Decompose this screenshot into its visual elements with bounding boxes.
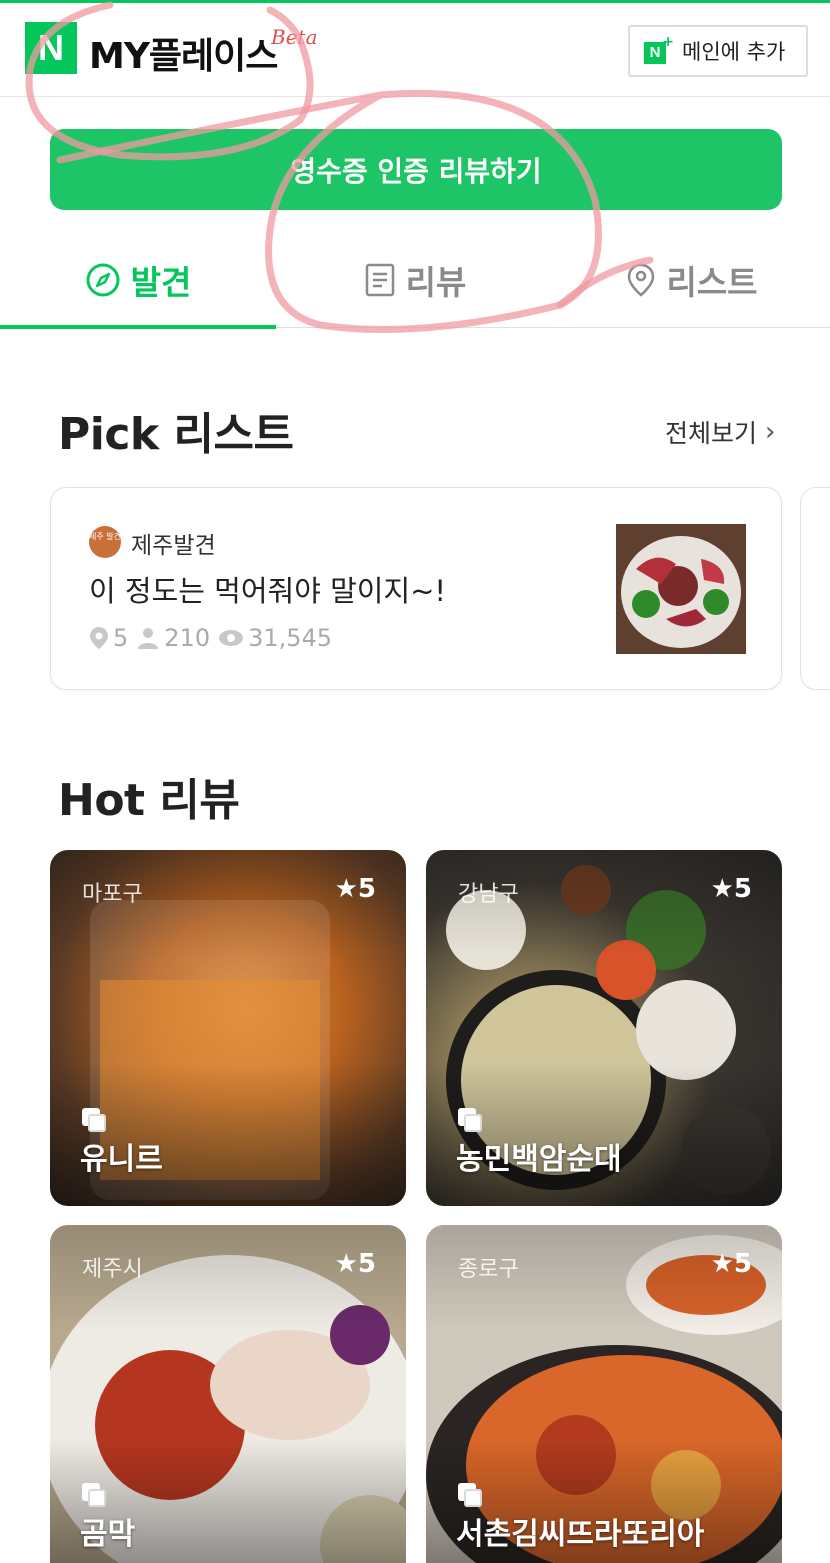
see-all-label: 전체보기 bbox=[665, 419, 758, 448]
tab-list-label: 리스트 bbox=[666, 263, 758, 302]
naver-add-icon: N + bbox=[644, 34, 674, 64]
multiple-photos-icon bbox=[458, 1483, 484, 1507]
review-rating: ★5 bbox=[334, 874, 376, 904]
hot-review-title: Hot 리뷰 bbox=[58, 775, 240, 826]
receipt-review-button[interactable]: 영수증 인증 리뷰하기 bbox=[50, 129, 782, 210]
author-avatar: 제주 발견 bbox=[89, 526, 121, 558]
followers-stat: 210 bbox=[136, 624, 210, 652]
tab-discover[interactable]: 발견 bbox=[0, 232, 276, 329]
views-stat: 31,545 bbox=[218, 624, 332, 652]
add-to-main-button[interactable]: N + 메인에 추가 bbox=[628, 25, 808, 77]
review-card[interactable]: 강남구 ★5 농민백암순대 bbox=[426, 850, 782, 1206]
review-place-name: 농민백암순대 bbox=[456, 1142, 622, 1177]
tab-review-label: 리뷰 bbox=[405, 263, 467, 302]
location-pin-icon bbox=[90, 627, 108, 649]
pick-card-stats: 5 210 31,545 bbox=[89, 624, 340, 652]
beta-label: Beta bbox=[271, 25, 318, 49]
tab-review[interactable]: 리뷰 bbox=[277, 232, 553, 328]
review-place-name: 유니르 bbox=[80, 1142, 163, 1177]
places-count: 5 bbox=[113, 624, 129, 652]
followers-count: 210 bbox=[164, 624, 211, 652]
review-region: 강남구 bbox=[458, 882, 519, 907]
review-card[interactable]: 마포구 ★5 유니르 bbox=[50, 850, 406, 1206]
author-name: 제주발견 bbox=[131, 533, 216, 559]
see-all-link[interactable]: 전체보기 › bbox=[665, 414, 775, 450]
review-place-name: 곰막 bbox=[80, 1517, 136, 1552]
person-icon bbox=[138, 628, 159, 649]
pick-card-thumbnail bbox=[616, 524, 746, 654]
pick-list-card[interactable]: 제주 발견 제주발견 이 정도는 먹어줘야 말이지~! 5 210 31,545 bbox=[50, 487, 782, 690]
compass-icon bbox=[86, 263, 120, 297]
tab-bar: 발견 리뷰 리스트 bbox=[0, 232, 830, 329]
add-to-main-label: 메인에 추가 bbox=[682, 40, 786, 64]
places-stat: 5 bbox=[89, 624, 128, 652]
multiple-photos-icon bbox=[82, 1108, 108, 1132]
pick-list-card-next[interactable] bbox=[800, 487, 830, 690]
review-region: 제주시 bbox=[82, 1257, 143, 1282]
review-card[interactable]: 종로구 ★5 서촌김씨뜨라또리아 bbox=[426, 1225, 782, 1563]
pick-card-title: 이 정도는 먹어줘야 말이지~! bbox=[89, 574, 447, 608]
review-rating: ★5 bbox=[334, 1249, 376, 1279]
multiple-photos-icon bbox=[82, 1483, 108, 1507]
location-pin-icon bbox=[628, 263, 655, 297]
views-count: 31,545 bbox=[248, 624, 333, 652]
tab-list[interactable]: 리스트 bbox=[554, 232, 830, 328]
chevron-right-icon: › bbox=[765, 417, 776, 447]
review-region: 종로구 bbox=[458, 1257, 519, 1282]
eye-icon bbox=[219, 630, 244, 646]
review-region: 마포구 bbox=[82, 882, 143, 907]
food-plate-image bbox=[616, 524, 746, 654]
document-icon bbox=[365, 263, 394, 297]
review-rating: ★5 bbox=[710, 1249, 752, 1279]
naver-logo[interactable]: N bbox=[25, 22, 77, 74]
pick-list-title: Pick 리스트 bbox=[58, 409, 294, 460]
review-place-name: 서촌김씨뜨라또리아 bbox=[456, 1517, 705, 1552]
plus-icon: + bbox=[662, 34, 674, 50]
review-rating: ★5 bbox=[710, 874, 752, 904]
app-header: N MY플레이스 Beta N + 메인에 추가 bbox=[0, 3, 830, 97]
review-card[interactable]: 제주시 ★5 곰막 bbox=[50, 1225, 406, 1563]
multiple-photos-icon bbox=[458, 1108, 484, 1132]
tab-discover-label: 발견 bbox=[130, 263, 192, 302]
app-title: MY플레이스 bbox=[89, 36, 278, 77]
